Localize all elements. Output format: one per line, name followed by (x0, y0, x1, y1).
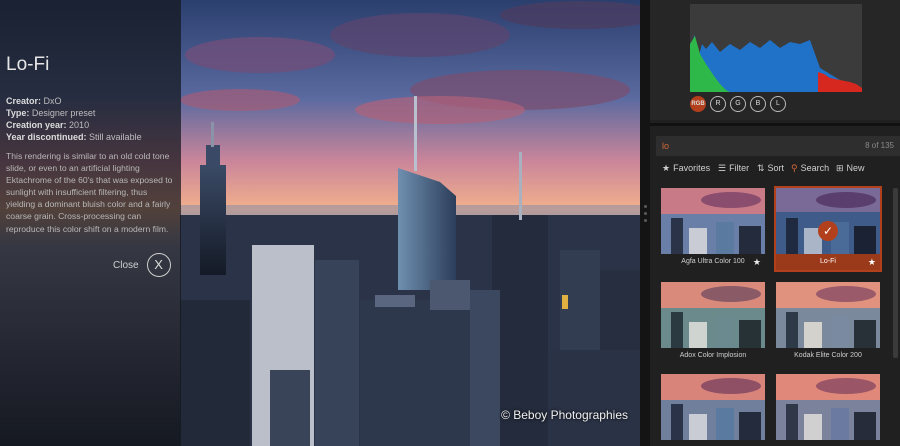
photo-credit: © Beboy Photographies (501, 408, 628, 422)
search-icon: ⚲ (791, 163, 798, 173)
sort-icon: ⇅ (757, 163, 765, 173)
preset-thumbnail[interactable]: Kodak Elite Color 200 (776, 282, 880, 364)
preset-name: Lo-Fi (776, 255, 880, 269)
divider (650, 123, 900, 126)
channel-l-button[interactable]: L (770, 96, 786, 112)
sort-button[interactable]: ⇅ Sort (757, 163, 784, 174)
channel-g-button[interactable]: G (730, 96, 746, 112)
channel-r-button[interactable]: R (710, 96, 726, 112)
creation-year-value: 2010 (69, 120, 90, 130)
favorites-button[interactable]: ★ Favorites (662, 163, 710, 174)
discontinued-label: Year discontinued: (6, 132, 87, 142)
star-icon: ★ (662, 163, 671, 173)
grip-dot (644, 205, 647, 208)
creator-value: DxO (43, 96, 62, 106)
preset-preview-image (661, 282, 765, 348)
histogram (690, 4, 862, 92)
type-value: Designer preset (31, 108, 96, 118)
close-button[interactable]: Close X (113, 252, 171, 278)
preset-name: Kodak Elite Color 200 (794, 352, 862, 359)
list-icon: ☰ (718, 163, 727, 173)
creation-year-row: Creation year: 2010 (6, 120, 89, 130)
filter-label: Filter (729, 163, 750, 173)
preset-preview-image (776, 282, 880, 348)
preset-thumbnail-selected[interactable]: ✓ Lo-Fi ★ (774, 186, 882, 272)
preset-name: Adox Color Implosion (679, 352, 747, 359)
selected-check-icon: ✓ (818, 221, 838, 241)
filter-button[interactable]: ☰ Filter (718, 163, 749, 174)
creation-year-label: Creation year: (6, 120, 67, 130)
close-label: Close (113, 259, 139, 271)
preset-description: This rendering is similar to an old cold… (6, 151, 173, 234)
grip-dot (644, 212, 647, 215)
new-label: New (846, 163, 865, 173)
new-button[interactable]: ⊞ New (836, 163, 865, 174)
preset-thumbnail[interactable]: Adox Color Implosion (661, 282, 765, 364)
favorite-star-icon[interactable]: ★ (753, 255, 761, 269)
favorite-star-icon[interactable]: ★ (867, 255, 876, 269)
channel-b-button[interactable]: B (750, 96, 766, 112)
preset-title: Lo-Fi (6, 54, 50, 75)
search-button[interactable]: ⚲ Search (791, 163, 829, 174)
preset-thumbnail[interactable]: Agfa Ultra Color 100 ★ (661, 188, 765, 270)
type-row: Type: Designer preset (6, 108, 95, 118)
sort-label: Sort (767, 163, 785, 173)
new-preset-icon: ⊞ (836, 163, 844, 173)
preset-preview-image (776, 374, 880, 440)
discontinued-row: Year discontinued: Still available (6, 132, 142, 142)
close-icon[interactable]: X (146, 253, 171, 277)
channel-rgb-button[interactable]: RGB (690, 96, 706, 112)
type-label: Type: (6, 108, 30, 118)
preset-preview-image (661, 188, 765, 254)
histogram-section: RGB R G B L (650, 0, 900, 120)
search-label: Search (800, 163, 830, 173)
preset-thumbnail[interactable] (661, 374, 765, 446)
discontinued-value: Still available (89, 132, 142, 142)
thumbnail-scrollbar[interactable] (893, 188, 898, 358)
grip-dot (644, 219, 647, 222)
preset-search-input[interactable] (662, 136, 832, 156)
photo-viewer: Lo-Fi Creator: DxO Type: Designer preset… (0, 0, 640, 446)
preset-thumbnail[interactable] (776, 374, 880, 446)
creator-row: Creator: DxO (6, 96, 62, 106)
creator-label: Creator: (6, 96, 42, 106)
preset-browser-panel: RGB R G B L 8 of 135 ★Favorites ☰Filter … (650, 0, 900, 446)
favorites-label: Favorites (673, 163, 711, 173)
preset-search-bar: 8 of 135 (656, 136, 900, 156)
search-result-count: 8 of 135 (865, 141, 894, 150)
preset-toolbar: ★ Favorites ☰ Filter ⇅ Sort ⚲ Search ⊞ New (656, 163, 900, 177)
preset-info-panel: Lo-Fi Creator: DxO Type: Designer preset… (0, 0, 181, 446)
preset-preview-image (661, 374, 765, 440)
preset-name: Agfa Ultra Color 100 (681, 258, 745, 265)
panel-splitter-handle[interactable] (640, 0, 650, 446)
